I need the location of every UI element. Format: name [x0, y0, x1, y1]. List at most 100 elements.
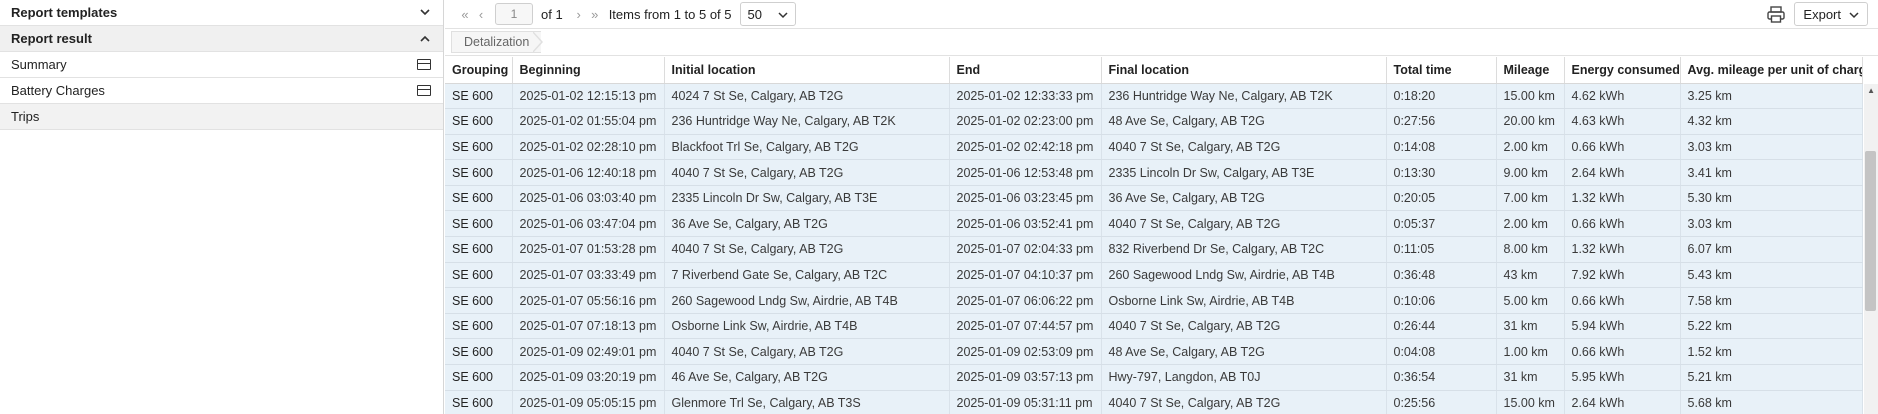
table-cell: 832 Riverbend Dr Se, Calgary, AB T2C — [1101, 236, 1387, 263]
table-row[interactable]: SE 600 2025-01-07 07:18:13 pm Osborne Link… — [445, 313, 1863, 340]
page-count: of 1 — [541, 6, 563, 22]
table-row[interactable]: SE 600 2025-01-09 03:20:19 pm 46 Ave Se, C… — [445, 364, 1863, 391]
panel-icon[interactable] — [417, 59, 431, 70]
report-area: « ‹ of 1 › » Items from 1 to 5 of 5 50 E… — [445, 0, 1878, 414]
table-cell: 4040 7 St Se, Calgary, AB T2G — [664, 338, 950, 366]
table-cell: 1.32 kWh — [1564, 236, 1681, 263]
table-row[interactable]: SE 600 2025-01-09 05:05:15 pm Glenmore Trl… — [445, 390, 1863, 414]
chevron-down-icon[interactable] — [419, 7, 431, 19]
table-cell: 2335 Lincoln Dr Sw, Calgary, AB T3E — [1101, 159, 1387, 186]
chevron-down-icon — [777, 7, 788, 22]
table-row[interactable]: SE 600 2025-01-06 03:47:04 pm 36 Ave Se, C… — [445, 210, 1863, 238]
table-cell: SE 600 — [445, 390, 513, 414]
table-cell: 0.66 kWh — [1564, 210, 1681, 238]
column-header[interactable]: Beginning — [512, 57, 665, 84]
first-page-icon[interactable]: « — [457, 7, 473, 22]
table-row[interactable]: SE 600 2025-01-02 02:28:10 pm Blackfoot Tr… — [445, 134, 1863, 161]
trips-table: Grouping Beginning Initial location End Fina… — [445, 57, 1863, 414]
table-cell: 0:36:48 — [1386, 262, 1497, 289]
table-cell: Osborne Link Sw, Airdrie, AB T4B — [664, 313, 950, 340]
sidebar-item-label: Battery Charges — [11, 83, 105, 98]
table-row[interactable]: SE 600 2025-01-06 03:03:40 pm 2335 Lincoln… — [445, 185, 1863, 212]
table-cell: 0:27:56 — [1386, 108, 1497, 135]
table-cell: 2025-01-09 02:53:09 pm — [949, 338, 1102, 366]
column-header[interactable]: Final location — [1101, 57, 1387, 84]
table-cell: 31 km — [1496, 313, 1565, 340]
table-cell: 2025-01-07 03:33:49 pm — [512, 262, 665, 289]
table-cell: SE 600 — [445, 159, 513, 186]
sidebar-item-label: Trips — [11, 109, 40, 124]
page-size-select[interactable]: 50 — [739, 2, 796, 26]
table-cell: SE 600 — [445, 262, 513, 289]
table-cell: 3.03 km — [1680, 134, 1863, 161]
column-header[interactable]: Mileage — [1496, 57, 1565, 84]
table-row[interactable]: SE 600 2025-01-07 05:56:16 pm 260 Sagewood… — [445, 287, 1863, 314]
table-cell: 260 Sagewood Lndg Sw, Airdrie, AB T4B — [1101, 262, 1387, 289]
table-cell: 46 Ave Se, Calgary, AB T2G — [664, 364, 950, 391]
table-cell: 4040 7 St Se, Calgary, AB T2G — [1101, 390, 1387, 414]
sidebar-item-battery-charges[interactable]: Battery Charges — [0, 78, 443, 104]
scroll-up-icon[interactable]: ▲ — [1867, 86, 1875, 95]
table-row[interactable]: SE 600 2025-01-06 12:40:18 pm 4040 7 St Se… — [445, 159, 1863, 186]
scrollbar-thumb[interactable] — [1865, 151, 1876, 311]
breadcrumb-label: Detalization — [464, 35, 530, 49]
table-cell: SE 600 — [445, 185, 513, 212]
table-cell: 5.30 km — [1680, 185, 1863, 212]
column-header[interactable]: Grouping — [445, 57, 513, 84]
table-row[interactable]: SE 600 2025-01-02 01:55:04 pm 236 Huntridg… — [445, 108, 1863, 135]
report-templates-header[interactable]: Report templates — [0, 0, 443, 26]
table-row[interactable]: SE 600 2025-01-09 02:49:01 pm 4040 7 St Se… — [445, 338, 1863, 366]
table-cell: 31 km — [1496, 364, 1565, 391]
column-header[interactable]: Energy consumed — [1564, 57, 1681, 84]
column-header[interactable]: End — [949, 57, 1102, 84]
table-cell: 0:13:30 — [1386, 159, 1497, 186]
table-cell: 3.41 km — [1680, 159, 1863, 186]
breadcrumb-item-detalization[interactable]: Detalization — [451, 31, 542, 53]
table-row[interactable]: SE 600 2025-01-02 12:15:13 pm 4024 7 St Se… — [445, 83, 1863, 110]
chevron-up-icon[interactable] — [419, 33, 431, 45]
table-cell: 2025-01-07 01:53:28 pm — [512, 236, 665, 263]
panel-icon[interactable] — [417, 85, 431, 96]
table-cell: Hwy-797, Langdon, AB T0J — [1101, 364, 1387, 391]
prev-page-icon[interactable]: ‹ — [473, 7, 489, 22]
table-cell: 4.32 km — [1680, 108, 1863, 135]
table-cell: 3.03 km — [1680, 210, 1863, 238]
table-row[interactable]: SE 600 2025-01-07 01:53:28 pm 4040 7 St Se… — [445, 236, 1863, 263]
report-result-header[interactable]: Report result — [0, 26, 443, 52]
print-icon[interactable] — [1764, 2, 1788, 26]
next-page-icon[interactable]: › — [571, 7, 587, 22]
table-cell: 2.00 km — [1496, 210, 1565, 238]
table-cell: 3.25 km — [1680, 83, 1863, 110]
last-page-icon[interactable]: » — [587, 7, 603, 22]
column-header[interactable]: Initial location — [664, 57, 950, 84]
table-cell: 43 km — [1496, 262, 1565, 289]
column-header[interactable]: Avg. mileage per unit of charge — [1680, 57, 1863, 84]
table-cell: 36 Ave Se, Calgary, AB T2G — [664, 210, 950, 238]
table-row[interactable]: SE 600 2025-01-07 03:33:49 pm 7 Riverbend … — [445, 262, 1863, 289]
table-cell: 48 Ave Se, Calgary, AB T2G — [1101, 108, 1387, 135]
page-number-input[interactable] — [495, 3, 533, 25]
table-cell: 2025-01-09 02:49:01 pm — [512, 338, 665, 366]
table-cell: SE 600 — [445, 210, 513, 238]
sidebar-item-summary[interactable]: Summary — [0, 52, 443, 78]
table-cell: 2.00 km — [1496, 134, 1565, 161]
table-cell: 0:11:05 — [1386, 236, 1497, 263]
table-cell: 2025-01-02 02:42:18 pm — [949, 134, 1102, 161]
left-panel: Report templates Report result Summary B… — [0, 0, 444, 414]
table-cell: 1.32 kWh — [1564, 185, 1681, 212]
table-cell: 5.21 km — [1680, 364, 1863, 391]
table-cell: 6.07 km — [1680, 236, 1863, 263]
table-cell: 2025-01-06 12:40:18 pm — [512, 159, 665, 186]
table-cell: 2025-01-06 03:52:41 pm — [949, 210, 1102, 238]
column-header[interactable]: Total time — [1386, 57, 1497, 84]
sidebar-item-trips[interactable]: Trips — [0, 104, 443, 130]
chevron-down-icon — [1849, 7, 1859, 22]
table-cell: Osborne Link Sw, Airdrie, AB T4B — [1101, 287, 1387, 314]
export-button[interactable]: Export — [1794, 2, 1868, 26]
table-cell: 2025-01-07 07:44:57 pm — [949, 313, 1102, 340]
table-cell: SE 600 — [445, 236, 513, 263]
table-cell: 4040 7 St Se, Calgary, AB T2G — [1101, 134, 1387, 161]
table-cell: 48 Ave Se, Calgary, AB T2G — [1101, 338, 1387, 366]
table-cell: 2025-01-09 03:20:19 pm — [512, 364, 665, 391]
table-cell: 5.22 km — [1680, 313, 1863, 340]
